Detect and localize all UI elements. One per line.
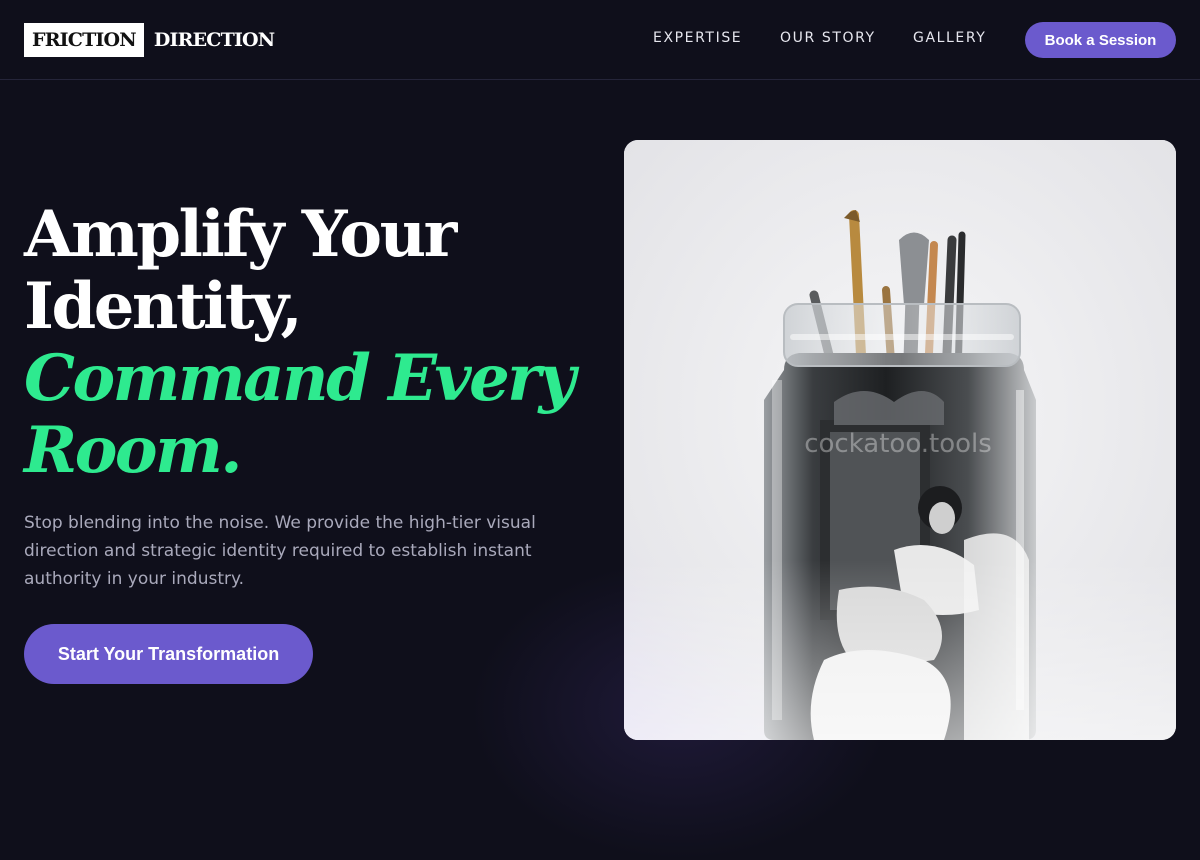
hero-title: Amplify Your Identity, Command Every Roo… (24, 199, 584, 487)
nav-link-gallery[interactable]: GALLERY (913, 30, 986, 46)
book-session-button[interactable]: Book a Session (1025, 22, 1176, 58)
logo-boxed-word: FRICTION (24, 23, 144, 57)
brand-logo[interactable]: FRICTION DIRECTION (24, 23, 275, 57)
hero-title-accent-line: Command Every (24, 341, 576, 416)
site-header: FRICTION DIRECTION EXPERTISE OUR STORY G… (0, 0, 1200, 80)
hero-image: cockatoo.tools (624, 140, 1176, 740)
nav-link-our-story[interactable]: OUR STORY (780, 30, 876, 46)
paintbrush-jar-illustration: cockatoo.tools (624, 140, 1176, 740)
nav-link-expertise[interactable]: EXPERTISE (653, 30, 742, 46)
hero-title-line: Amplify Your (24, 197, 457, 272)
logo-word: DIRECTION (153, 29, 275, 51)
watermark-text: cockatoo.tools (804, 429, 992, 459)
hero-subtitle: Stop blending into the noise. We provide… (24, 513, 536, 589)
hero-title-accent-line: Room. (24, 413, 243, 488)
start-transformation-button[interactable]: Start Your Transformation (24, 624, 313, 684)
hero-title-line: Identity, (24, 269, 303, 344)
